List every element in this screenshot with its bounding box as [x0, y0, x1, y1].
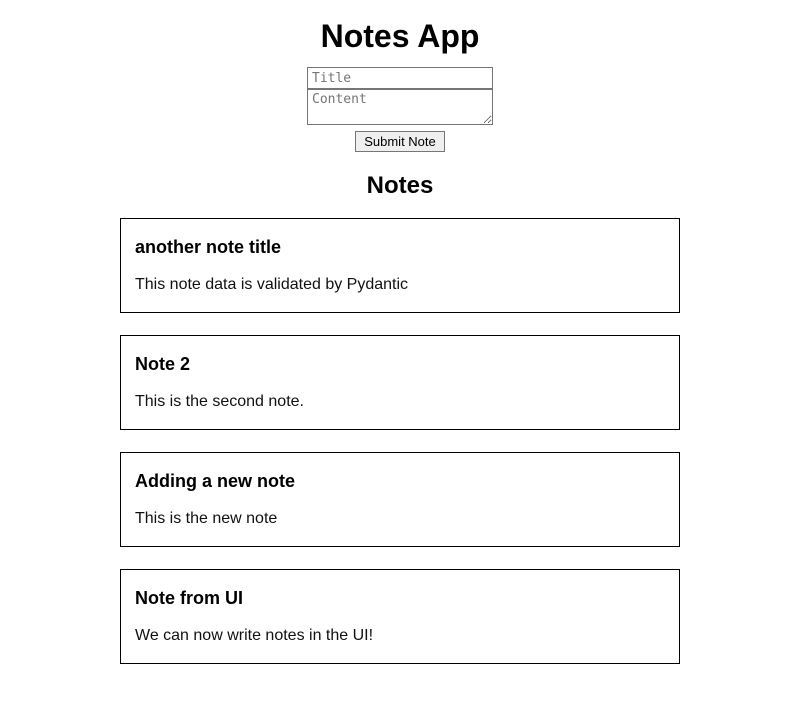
note-card: another note title This note data is val…: [120, 218, 680, 313]
note-card: Note 2 This is the second note.: [120, 335, 680, 430]
note-title: Note from UI: [135, 588, 665, 609]
title-input[interactable]: [307, 67, 493, 89]
note-card: Note from UI We can now write notes in t…: [120, 569, 680, 664]
note-title: another note title: [135, 237, 665, 258]
note-content: This is the second note.: [135, 393, 665, 411]
notes-heading: Notes: [0, 172, 800, 200]
content-textarea[interactable]: [307, 89, 493, 125]
note-form: Submit Note: [307, 67, 493, 152]
note-card: Adding a new note This is the new note: [120, 452, 680, 547]
note-content: This is the new note: [135, 510, 665, 528]
note-content: We can now write notes in the UI!: [135, 627, 665, 645]
note-title: Note 2: [135, 354, 665, 375]
note-content: This note data is validated by Pydantic: [135, 276, 665, 294]
note-title: Adding a new note: [135, 471, 665, 492]
notes-list: another note title This note data is val…: [120, 218, 680, 664]
submit-note-button[interactable]: Submit Note: [355, 131, 445, 152]
page-title: Notes App: [0, 18, 800, 55]
